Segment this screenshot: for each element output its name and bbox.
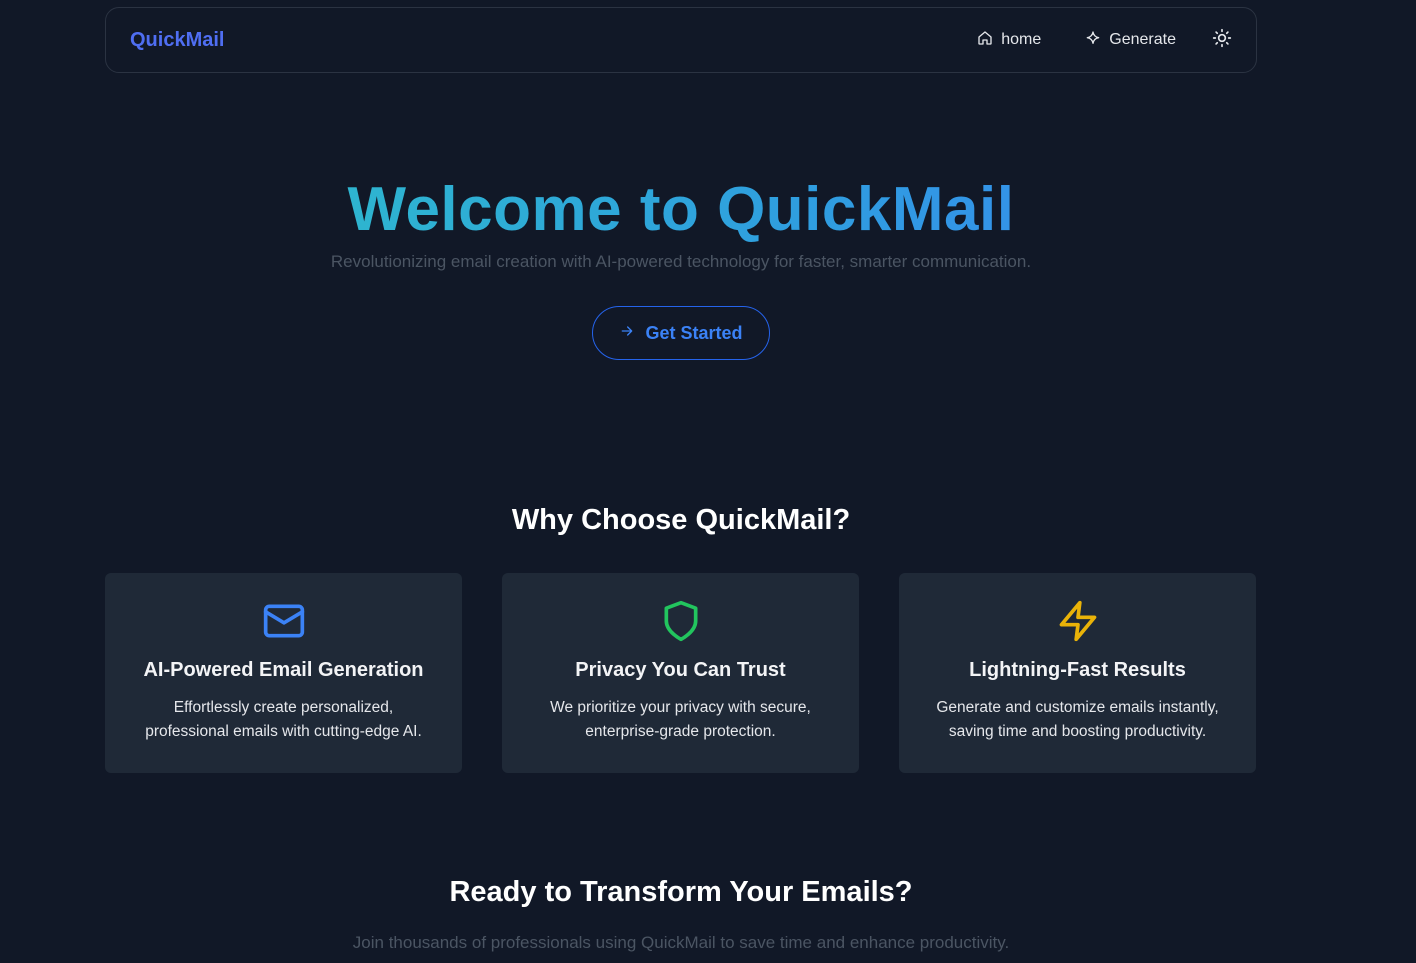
feature-card-privacy: Privacy You Can Trust We prioritize your… [502,573,859,773]
lightning-icon [899,599,1256,643]
feature-card-title: AI-Powered Email Generation [143,659,424,681]
theme-toggle-button[interactable] [1212,28,1232,53]
home-icon [977,30,993,51]
get-started-button[interactable]: Get Started [592,306,770,360]
nav-link-home-label: home [1001,31,1042,48]
hero-section: Welcome to QuickMail Revolutionizing ema… [0,172,1362,360]
get-started-label: Get Started [645,322,743,343]
nav-link-generate-label: Generate [1109,31,1176,48]
feature-card-description: Effortlessly create personalized, profes… [145,699,422,740]
feature-card-title: Lightning-Fast Results [969,659,1186,681]
feature-card-title: Privacy You Can Trust [575,659,786,681]
brand-logo[interactable]: QuickMail [130,29,224,52]
shield-icon [502,599,859,643]
arrow-right-icon [619,323,635,344]
mail-icon [105,599,462,643]
ready-subtitle: Join thousands of professionals using Qu… [352,933,1010,952]
ready-title: Ready to Transform Your Emails? [449,876,913,908]
nav-menu: home Generate [969,26,1232,55]
sparkle-icon [1085,30,1101,51]
feature-card-ai: AI-Powered Email Generation Effortlessly… [105,573,462,773]
hero-subtitle: Revolutionizing email creation with AI-p… [330,252,1032,271]
navbar: QuickMail home Generate [105,7,1257,73]
nav-link-home[interactable]: home [969,26,1049,55]
feature-card-description: We prioritize your privacy with secure, … [550,699,811,740]
hero-title: Welcome to QuickMail [0,172,1362,248]
cta-wrapper: Get Started [0,306,1362,360]
nav-link-generate[interactable]: Generate [1077,26,1184,55]
features-title: Why Choose QuickMail? [511,504,851,536]
feature-card-speed: Lightning-Fast Results Generate and cust… [899,573,1256,773]
sun-icon [1212,28,1232,53]
feature-card-description: Generate and customize emails instantly,… [936,699,1219,740]
